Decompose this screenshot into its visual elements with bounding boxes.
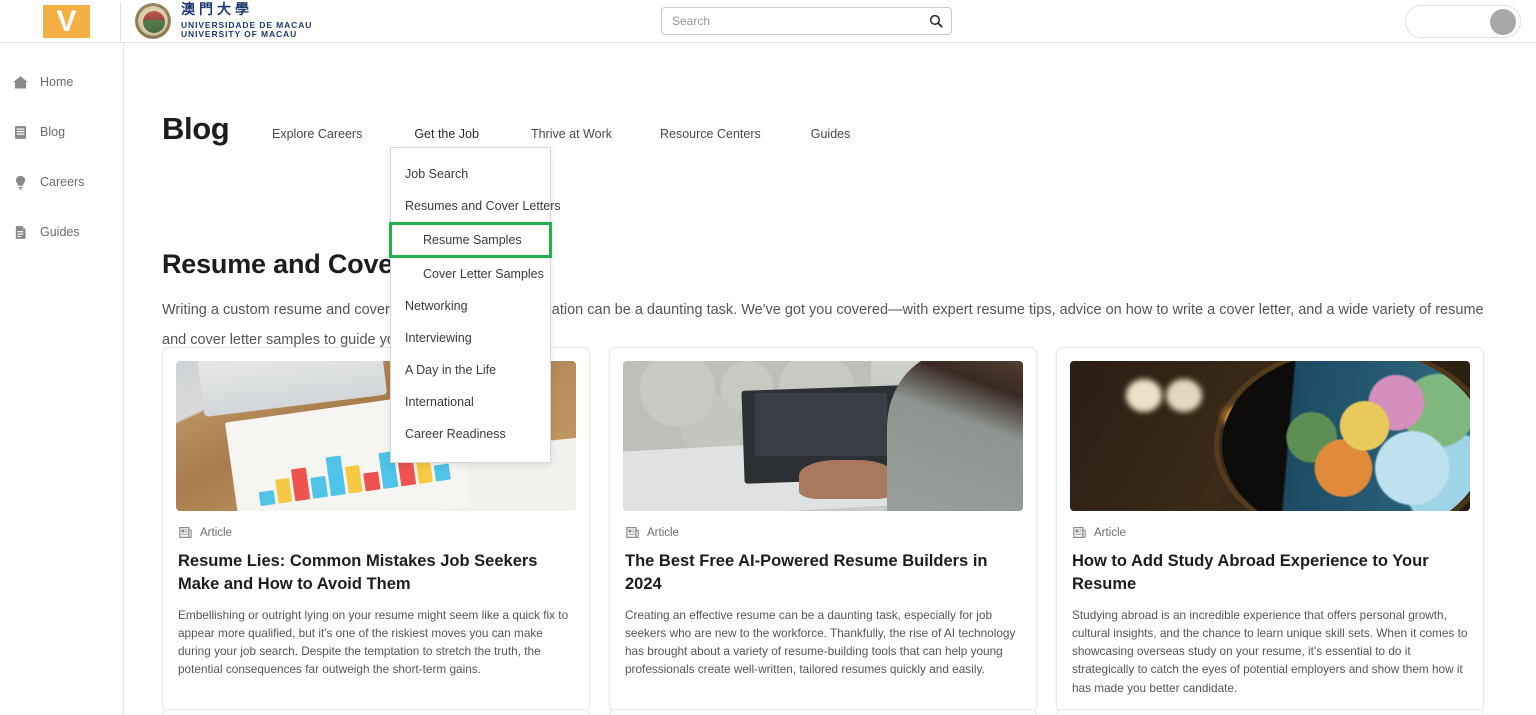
main-content: Blog Explore Careers Get the Job Thrive … [124, 43, 1536, 715]
book-icon [14, 125, 27, 139]
card-kicker-label: Article [1094, 526, 1126, 539]
tab-guides[interactable]: Guides [811, 127, 851, 141]
card-kicker-label: Article [200, 526, 232, 539]
sidebar-item-guides[interactable]: Guides [0, 219, 123, 245]
menu-item-a-day-in-the-life[interactable]: A Day in the Life [391, 354, 550, 386]
header-divider [120, 2, 121, 41]
card-kicker: Article [178, 525, 574, 540]
article-card[interactable] [609, 709, 1037, 715]
lightbulb-icon [15, 175, 26, 190]
menu-item-international[interactable]: International [391, 386, 550, 418]
article-card[interactable]: Article The Best Free AI-Powered Resume … [609, 347, 1037, 712]
card-title[interactable]: How to Add Study Abroad Experience to Yo… [1072, 550, 1468, 596]
tab-thrive-at-work[interactable]: Thrive at Work [531, 127, 612, 141]
app-logo[interactable]: V [43, 5, 90, 38]
university-seal-icon [135, 3, 171, 40]
card-title[interactable]: Resume Lies: Common Mistakes Job Seekers… [178, 550, 574, 596]
logo-letter: V [56, 4, 77, 38]
article-card[interactable]: Article How to Add Study Abroad Experien… [1056, 347, 1484, 712]
card-title[interactable]: The Best Free AI-Powered Resume Builders… [625, 550, 1021, 596]
menu-item-interviewing[interactable]: Interviewing [391, 322, 550, 354]
account-menu[interactable] [1405, 5, 1521, 38]
blog-heading: Blog [162, 111, 230, 147]
search-input[interactable] [662, 8, 921, 34]
university-branding: 澳門大學 UNIVERSIDADE DE MACAU UNIVERSITY OF… [135, 2, 312, 40]
university-name-en: UNIVERSITY OF MACAU [181, 29, 298, 40]
avatar[interactable] [1490, 8, 1516, 35]
article-card-list-row2 [162, 709, 1484, 715]
card-kicker: Article [625, 525, 1021, 540]
sidebar-item-careers[interactable]: Careers [0, 169, 123, 195]
search-button[interactable] [921, 8, 951, 34]
card-text: Embellishing or outright lying on your r… [178, 607, 569, 677]
card-kicker-label: Article [647, 526, 679, 539]
university-name-cn: 澳門大學 [181, 2, 253, 18]
menu-item-job-search[interactable]: Job Search [391, 158, 550, 190]
page-title: Blog [162, 111, 230, 146]
card-text: Studying abroad is an incredible experie… [1072, 607, 1468, 695]
card-kicker: Article [1072, 525, 1468, 540]
sidebar-item-blog[interactable]: Blog [0, 119, 123, 145]
article-icon [1073, 527, 1086, 538]
section-description: Writing a custom resume and cover letter… [162, 302, 1484, 348]
sidebar: Home Blog Careers Guides [0, 43, 124, 715]
search-icon [929, 14, 943, 28]
article-icon [626, 527, 639, 538]
tab-resource-centers[interactable]: Resource Centers [660, 127, 761, 141]
search-bar[interactable] [661, 7, 952, 35]
blog-tabs: Explore Careers Get the Job Thrive at Wo… [272, 127, 850, 141]
article-icon [179, 527, 192, 538]
article-card[interactable] [1056, 709, 1484, 715]
tab-get-the-job[interactable]: Get the Job [414, 127, 479, 141]
get-the-job-dropdown-menu: Job Search Resumes and Cover Letters Res… [389, 147, 561, 463]
sidebar-item-label: Blog [40, 125, 66, 139]
sidebar-item-label: Guides [40, 225, 80, 239]
sidebar-item-home[interactable]: Home [0, 69, 123, 95]
card-text: Creating an effective resume can be a da… [625, 607, 1016, 677]
card-image-person-on-laptop [623, 361, 1023, 511]
article-card-list: Article Resume Lies: Common Mistakes Job… [162, 347, 1484, 712]
document-icon [15, 225, 26, 239]
menu-item-resumes-and-cover-letters[interactable]: Resumes and Cover Letters [391, 190, 561, 222]
menu-item-resume-samples[interactable]: Resume Samples [389, 222, 552, 258]
menu-item-cover-letter-samples[interactable]: Cover Letter Samples [391, 258, 550, 290]
sidebar-item-label: Home [40, 75, 74, 89]
sidebar-item-label: Careers [40, 175, 85, 189]
tab-explore-careers[interactable]: Explore Careers [272, 127, 362, 141]
menu-item-career-readiness[interactable]: Career Readiness [391, 418, 550, 450]
article-card[interactable] [162, 709, 590, 715]
home-icon [13, 75, 28, 88]
menu-item-networking[interactable]: Networking [391, 290, 550, 322]
card-image-globe [1070, 361, 1470, 511]
top-bar: V 澳門大學 UNIVERSIDADE DE MACAU UNIVERSITY … [0, 0, 1536, 43]
